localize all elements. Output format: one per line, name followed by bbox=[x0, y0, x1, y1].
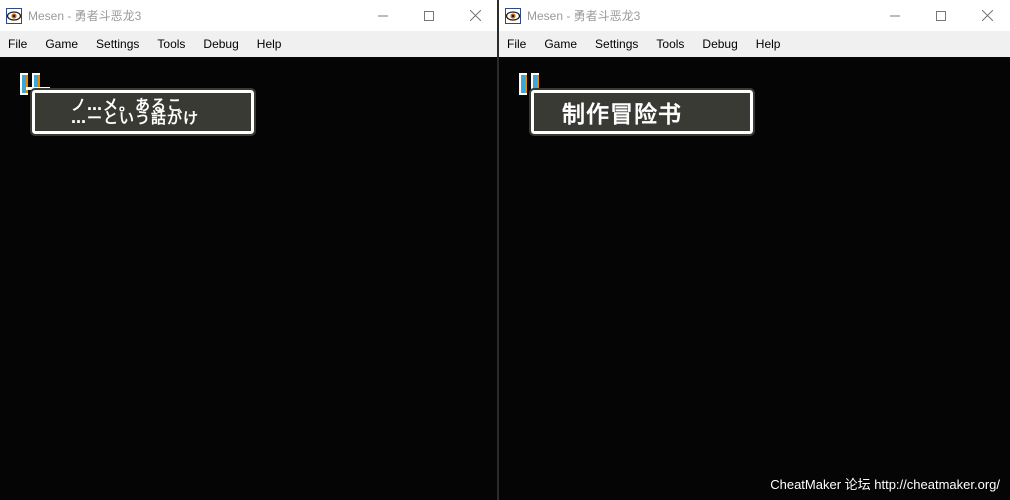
menu-debug[interactable]: Debug bbox=[696, 31, 743, 57]
menu-bar: File Game Settings Tools Debug Help bbox=[499, 31, 1010, 57]
window-title: Mesen - 勇者斗恶龙3 bbox=[527, 9, 641, 23]
title-bar[interactable]: Mesen - 勇者斗恶龙3 bbox=[499, 0, 1010, 31]
menu-file[interactable]: File bbox=[2, 31, 33, 57]
menu-settings[interactable]: Settings bbox=[90, 31, 145, 57]
window-title: Mesen - 勇者斗恶龙3 bbox=[28, 9, 142, 23]
cursor-mark-bar bbox=[519, 73, 527, 95]
title-bar[interactable]: Mesen - 勇者斗恶龙3 bbox=[0, 0, 498, 31]
game-dialog-box: ノ…メ。あるこ …ーという話がけ bbox=[30, 88, 256, 136]
game-screen[interactable]: 制作冒险书 bbox=[499, 57, 1010, 500]
mesen-eye-icon bbox=[6, 7, 22, 24]
close-icon bbox=[469, 10, 481, 21]
menu-debug[interactable]: Debug bbox=[197, 31, 244, 57]
dialog-text: 制作冒险书 bbox=[562, 102, 682, 128]
game-dialog-box: 制作冒险书 bbox=[529, 88, 755, 136]
cursor-mark-bar bbox=[20, 73, 28, 95]
maximize-icon bbox=[424, 10, 434, 21]
emulator-window-right: Mesen - 勇者斗恶龙3 File Game Settings Tools … bbox=[499, 0, 1010, 500]
window-controls bbox=[360, 0, 498, 31]
minimize-icon bbox=[378, 15, 388, 16]
window-controls bbox=[872, 0, 1010, 31]
mesen-eye-icon bbox=[505, 7, 521, 24]
minimize-icon bbox=[890, 15, 900, 16]
menu-bar: File Game Settings Tools Debug Help bbox=[0, 31, 498, 57]
menu-tools[interactable]: Tools bbox=[151, 31, 191, 57]
menu-tools[interactable]: Tools bbox=[650, 31, 690, 57]
desktop-screen: Mesen - 勇者斗恶龙3 File Game Settings Tools … bbox=[0, 0, 1010, 500]
close-icon bbox=[981, 10, 993, 21]
menu-settings[interactable]: Settings bbox=[589, 31, 644, 57]
dialog-text: ノ…メ。あるこ …ーという話がけ bbox=[71, 96, 200, 127]
emulator-window-left: Mesen - 勇者斗恶龙3 File Game Settings Tools … bbox=[0, 0, 498, 500]
maximize-icon bbox=[936, 10, 946, 21]
forum-watermark: CheatMaker 论坛 http://cheatmaker.org/ bbox=[770, 477, 1000, 492]
maximize-button[interactable] bbox=[406, 0, 452, 31]
menu-file[interactable]: File bbox=[501, 31, 532, 57]
menu-help[interactable]: Help bbox=[251, 31, 288, 57]
maximize-button[interactable] bbox=[918, 0, 964, 31]
close-button[interactable] bbox=[964, 0, 1010, 31]
minimize-button[interactable] bbox=[872, 0, 918, 31]
menu-game[interactable]: Game bbox=[538, 31, 583, 57]
menu-help[interactable]: Help bbox=[750, 31, 787, 57]
minimize-button[interactable] bbox=[360, 0, 406, 31]
menu-game[interactable]: Game bbox=[39, 31, 84, 57]
game-screen[interactable]: ノ…メ。あるこ …ーという話がけ bbox=[0, 57, 498, 500]
close-button[interactable] bbox=[452, 0, 498, 31]
